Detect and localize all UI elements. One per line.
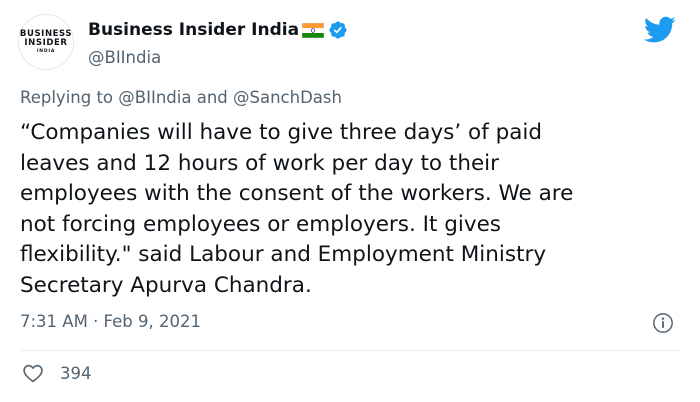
tweet-timestamp[interactable]: 7:31 AM · Feb 9, 2021 bbox=[20, 312, 201, 331]
info-icon[interactable] bbox=[652, 312, 674, 334]
author-handle[interactable]: @BIIndia bbox=[88, 48, 161, 67]
divider bbox=[20, 350, 680, 351]
avatar-line-2: INSIDER bbox=[24, 38, 68, 49]
avatar[interactable]: BUSINESS INSIDER INDIA bbox=[18, 14, 74, 70]
avatar-line-1: BUSINESS bbox=[19, 28, 73, 39]
twitter-bird-icon[interactable] bbox=[644, 16, 676, 44]
verified-badge-icon bbox=[329, 21, 347, 39]
mention-link[interactable]: @SanchDash bbox=[233, 88, 342, 107]
author-name-row: Business Insider India bbox=[88, 20, 348, 40]
replying-to: Replying to @BIIndia and @SanchDash bbox=[20, 88, 342, 107]
replying-to-label: Replying to bbox=[20, 88, 114, 107]
replying-to-joiner: and bbox=[196, 88, 228, 107]
tweet-text: “Companies will have to give three days’… bbox=[20, 120, 574, 298]
author-display-name[interactable]: Business Insider India bbox=[88, 20, 299, 40]
india-flag-icon bbox=[302, 22, 325, 38]
like-action[interactable]: 394 bbox=[22, 363, 92, 383]
mention-link[interactable]: @BIIndia bbox=[118, 88, 191, 107]
avatar-line-3: INDIA bbox=[36, 48, 56, 54]
heart-icon[interactable] bbox=[22, 363, 44, 383]
like-count: 394 bbox=[60, 363, 92, 383]
